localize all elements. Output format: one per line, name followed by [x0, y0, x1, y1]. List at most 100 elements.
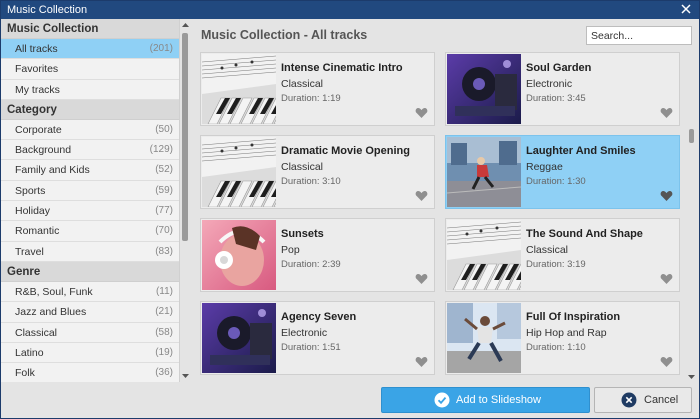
sidebar-item-label: Corporate [15, 123, 62, 136]
track-duration: Duration: 1:51 [281, 342, 341, 353]
track-card[interactable]: Dramatic Movie Opening Classical Duration:… [200, 135, 435, 209]
track-card[interactable]: Full Of Inspiration Hip Hop and Rap Durati… [445, 301, 680, 375]
sidebar-item[interactable]: Travel (83) [1, 242, 179, 262]
track-genre: Reggae [526, 161, 563, 173]
sidebar-item-label: Folk [15, 367, 35, 380]
close-icon[interactable] [679, 2, 693, 16]
track-name: Agency Seven [281, 311, 357, 323]
favorite-heart-icon[interactable] [660, 107, 673, 119]
sidebar-item-label: Holiday [15, 205, 51, 218]
track-card[interactable]: Agency Seven Electronic Duration: 1:51 [200, 301, 435, 375]
track-thumbnail [447, 303, 521, 373]
sidebar-item[interactable]: Family and Kids (52) [1, 160, 179, 181]
track-card[interactable]: The Sound And Shape Classical Duration: 3:… [445, 218, 680, 292]
add-to-slideshow-button[interactable]: Add to Slideshow [381, 387, 590, 413]
sidebar-item-count: (11) [155, 285, 173, 297]
track-card[interactable]: Soul Garden Electronic Duration: 3:45 [445, 52, 680, 126]
favorite-heart-icon[interactable] [415, 273, 428, 285]
sidebar-item-label: My tracks [15, 83, 60, 96]
track-thumbnail [447, 220, 521, 290]
sidebar-item[interactable]: Corporate (50) [1, 120, 179, 141]
favorite-heart-icon[interactable] [415, 107, 428, 119]
track-duration: Duration: 2:39 [281, 259, 341, 270]
scroll-down-icon[interactable] [181, 372, 190, 380]
sidebar-item[interactable]: My tracks [1, 80, 179, 100]
sidebar-item-label: Romantic [15, 225, 60, 238]
sidebar-section-header: Genre [1, 261, 179, 282]
sidebar-item[interactable]: Latino (19) [1, 343, 179, 364]
track-thumbnail [447, 54, 521, 124]
track-duration: Duration: 3:10 [281, 176, 341, 187]
sidebar-item-count: (83) [155, 245, 173, 257]
sidebar-item[interactable]: Background (129) [1, 140, 179, 161]
sidebar-item[interactable]: Sports (59) [1, 181, 179, 202]
favorite-heart-icon[interactable] [415, 356, 428, 368]
sidebar-item-count: (58) [155, 326, 173, 338]
track-genre: Classical [526, 244, 569, 256]
sidebar-item-label: Sports [15, 184, 46, 197]
sidebar-item-label: Latino [15, 346, 44, 359]
track-name: Soul Garden [526, 62, 592, 74]
track-duration: Duration: 3:19 [526, 259, 586, 270]
track-genre: Pop [281, 244, 300, 256]
track-genre: Classical [281, 78, 324, 90]
add-button-label: Add to Slideshow [456, 394, 541, 406]
track-card[interactable]: Intense Cinematic Intro Classical Duration… [200, 52, 435, 126]
sidebar-section-header: Category [1, 99, 179, 120]
music-collection-window: Music Collection Music Collection All tra… [0, 0, 700, 419]
cancel-button-label: Cancel [644, 394, 679, 406]
sidebar-item-label: R&B, Soul, Funk [15, 285, 93, 298]
favorite-heart-icon[interactable] [660, 356, 673, 368]
sidebar-item-count: (19) [155, 346, 173, 358]
sidebar-item[interactable]: Folk (36) [1, 363, 179, 382]
track-duration: Duration: 1:30 [526, 176, 586, 187]
track-name: Sunsets [281, 228, 324, 240]
track-card[interactable]: Laughter And Smiles Reggae Duration: 1:30 [445, 135, 680, 209]
track-name: Intense Cinematic Intro [281, 62, 403, 74]
track-thumbnail [202, 54, 276, 124]
sidebar-item[interactable]: Jazz and Blues (21) [1, 302, 179, 323]
track-name: The Sound And Shape [526, 228, 643, 240]
track-name: Dramatic Movie Opening [281, 145, 410, 157]
sidebar-item-label: All tracks [15, 43, 58, 55]
search-input[interactable] [586, 26, 692, 45]
scrollbar-thumb[interactable] [182, 33, 188, 241]
scroll-down-icon[interactable] [687, 373, 696, 381]
track-genre: Electronic [526, 78, 573, 90]
favorite-heart-icon[interactable] [660, 190, 673, 202]
favorite-heart-icon[interactable] [660, 273, 673, 285]
window-title: Music Collection [7, 4, 88, 16]
cancel-icon [621, 392, 637, 408]
track-duration: Duration: 3:45 [526, 93, 586, 104]
scroll-up-icon[interactable] [181, 21, 190, 29]
sidebar-item-count: (21) [155, 306, 173, 318]
sidebar-item-count: (201) [149, 43, 173, 54]
sidebar-item-count: (59) [155, 184, 173, 196]
tracks-scrollbar[interactable] [687, 129, 696, 381]
track-name: Laughter And Smiles [526, 145, 636, 157]
sidebar-item[interactable]: All tracks (201) [1, 39, 179, 60]
sidebar-item[interactable]: R&B, Soul, Funk (11) [1, 282, 179, 303]
sidebar-item[interactable]: Classical (58) [1, 323, 179, 343]
sidebar-item-count: (77) [155, 205, 173, 217]
cancel-button[interactable]: Cancel [594, 387, 692, 413]
sidebar-item-count: (36) [155, 367, 173, 379]
sidebar-item-label: Travel [15, 245, 44, 258]
track-card[interactable]: Sunsets Pop Duration: 2:39 [200, 218, 435, 292]
sidebar-item-count: (129) [149, 144, 173, 156]
sidebar-item[interactable]: Romantic (70) [1, 221, 179, 242]
scrollbar-thumb[interactable] [689, 129, 694, 143]
track-genre: Hip Hop and Rap [526, 327, 607, 339]
track-thumbnail [202, 137, 276, 207]
sidebar-item-count: (52) [155, 164, 173, 176]
track-duration: Duration: 1:19 [281, 93, 341, 104]
sidebar-item[interactable]: Holiday (77) [1, 201, 179, 222]
favorite-heart-icon[interactable] [415, 190, 428, 202]
track-thumbnail [202, 303, 276, 373]
sidebar-section-header: Music Collection [1, 19, 179, 39]
sidebar-scrollbar[interactable] [179, 19, 190, 382]
sidebar-item[interactable]: Favorites [1, 59, 179, 80]
track-genre: Electronic [281, 327, 328, 339]
track-name: Full Of Inspiration [526, 311, 621, 323]
page-title: Music Collection - All tracks [201, 28, 368, 42]
